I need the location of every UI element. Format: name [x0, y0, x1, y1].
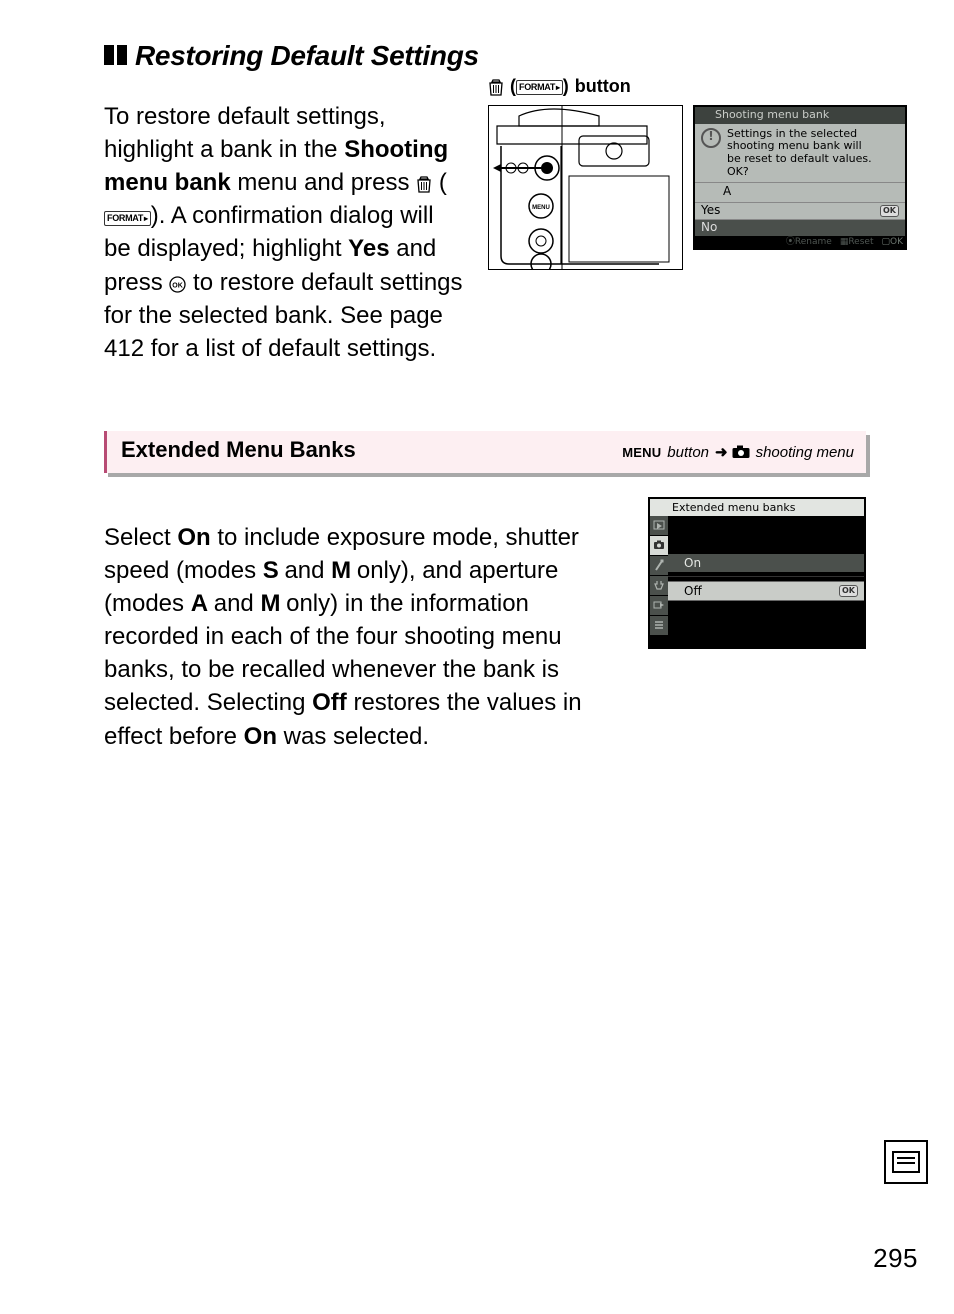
text-bold-on: On	[177, 524, 210, 551]
menu-path: MENU button ➜ shooting menu	[622, 443, 854, 461]
svg-text:MENU: MENU	[532, 205, 550, 211]
warning-icon: !	[701, 128, 721, 148]
ok-chip-icon: OK	[880, 205, 899, 217]
mode-m-icon: M	[260, 590, 279, 617]
mymenu-tab-icon	[650, 616, 668, 635]
svg-text:OK: OK	[173, 282, 184, 289]
lcd-footer: ⦿Rename ▦Reset ▢OK	[695, 236, 905, 248]
menu-dest: shooting menu	[756, 444, 854, 461]
lcd-option-yes: Yes OK	[695, 202, 905, 219]
text-bold-on: On	[244, 723, 277, 750]
text-fragment: and	[278, 557, 331, 584]
lcd2-option-off: Off OK	[668, 581, 864, 601]
text-fragment: and	[207, 590, 260, 617]
trash-icon	[416, 175, 432, 193]
format-icon: FORMAT	[516, 80, 563, 95]
section-tab-icon	[884, 1140, 928, 1184]
page-number: 295	[873, 1243, 918, 1274]
lcd-extended-menu: Extended menu banks	[648, 497, 866, 649]
lcd-option-label: No	[701, 221, 717, 235]
lcd-reset-dialog: Shooting menu bank ! Settings in the sel…	[693, 105, 907, 250]
lcd2-icon-strip	[650, 516, 668, 647]
menu-heading-title: Extended Menu Banks	[121, 437, 356, 463]
ok-icon: OK	[169, 276, 186, 293]
section-heading-text: Restoring Default Settings	[135, 40, 479, 72]
text-fragment: menu and press	[237, 169, 416, 196]
trash-icon	[488, 78, 504, 96]
lcd-option-label: Yes	[701, 204, 720, 218]
text-bold-yes: Yes	[348, 235, 389, 262]
retouch-tab-icon	[650, 596, 668, 615]
lcd-footer-label: Rename	[795, 237, 832, 247]
camera-icon	[732, 444, 750, 461]
custom-tab-icon	[650, 556, 668, 575]
mode-m-icon: M	[331, 557, 350, 584]
text-fragment: was selected.	[277, 723, 429, 750]
ok-chip-icon: OK	[839, 585, 858, 597]
extended-menu-body-text: Select On to include exposure mode, shut…	[104, 521, 630, 753]
lcd-footer-label: Reset	[848, 237, 873, 247]
arrow-icon: ➜	[715, 443, 726, 461]
lcd-footer-label: OK	[890, 237, 903, 247]
button-caption: (FORMAT) button	[488, 76, 631, 97]
menu-heading-bar: Extended Menu Banks MENU button ➜ shooti…	[104, 431, 866, 473]
menu-label: MENU	[622, 445, 661, 460]
playback-tab-icon	[650, 516, 668, 535]
lcd-message: ! Settings in the selected shooting menu…	[695, 124, 905, 183]
lcd2-option-on: On	[668, 554, 864, 572]
format-icon: FORMAT	[104, 211, 151, 226]
lcd-msg-line: be reset to default values.	[727, 153, 872, 166]
lcd-option-no: No	[695, 219, 905, 236]
section-heading-restoring: Restoring Default Settings	[104, 40, 866, 72]
text-bold-off: Off	[312, 689, 347, 716]
heading-marker-icon	[104, 45, 127, 65]
menu-button-word: button	[667, 444, 709, 461]
lcd-msg-line: OK?	[727, 166, 872, 179]
shooting-tab-icon	[650, 536, 668, 555]
lcd-title: Shooting menu bank	[695, 107, 905, 124]
button-caption-text: button	[575, 76, 631, 97]
lcd2-title: Extended menu banks	[650, 499, 864, 516]
setup-tab-icon	[650, 576, 668, 595]
lcd2-option-label: Off	[684, 584, 702, 598]
mode-s-icon: S	[263, 557, 278, 584]
text-fragment: Select	[104, 524, 177, 551]
lcd-bank-label: A	[695, 182, 905, 202]
restoring-body-text: To restore default settings, highlight a…	[104, 100, 464, 365]
camera-diagram: MENU	[488, 105, 683, 270]
mode-a-icon: A	[191, 590, 207, 617]
